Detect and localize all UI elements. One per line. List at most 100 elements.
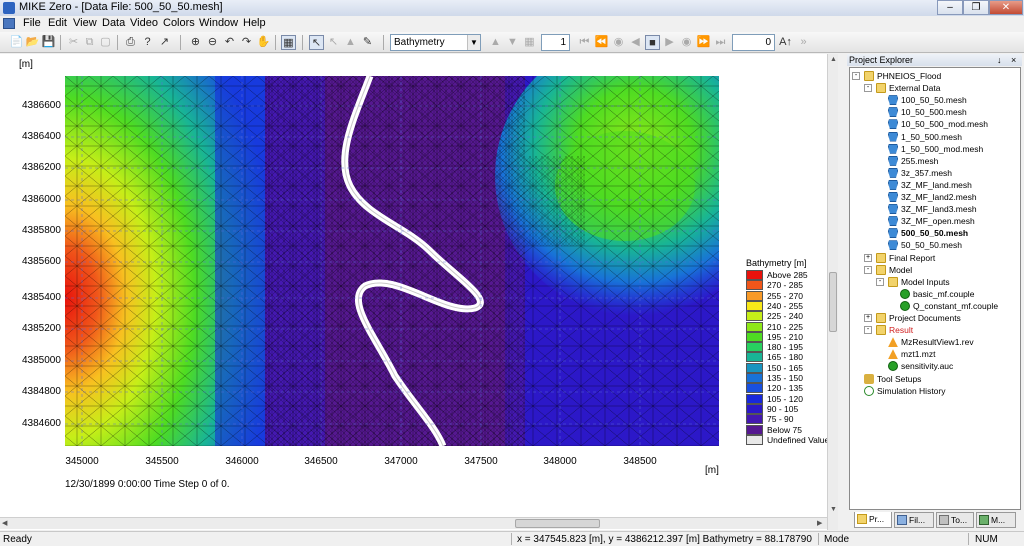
tree-node-label: 255.mesh [901, 155, 939, 166]
tab-more[interactable]: M... [976, 512, 1016, 528]
tree-expander[interactable]: + [864, 314, 872, 322]
layer-down-icon[interactable]: ▼ [505, 35, 520, 50]
help-icon[interactable]: ? [140, 35, 155, 50]
pointer-tool-icon[interactable]: ↖ [326, 35, 341, 50]
y-tick-label: 4386400 [22, 131, 61, 142]
layer-up-icon[interactable]: ▲ [488, 35, 503, 50]
zoom-out-icon[interactable]: ⊖ [205, 35, 220, 50]
close-icon[interactable]: × [1011, 54, 1016, 66]
legend-row: 225 - 240 [746, 311, 836, 322]
record-icon[interactable]: ◉ [611, 35, 626, 50]
prev-frame-icon[interactable]: ⏪ [594, 35, 609, 50]
polygon-tool-icon[interactable]: ▲ [343, 35, 358, 50]
tree-node-label: sensitivity.auc [901, 361, 954, 372]
legend-label: 105 - 120 [767, 393, 803, 404]
menu-file[interactable]: File [22, 17, 42, 29]
new-icon[interactable]: 📄 [9, 35, 24, 50]
scroll-up-icon[interactable]: ▲ [830, 56, 837, 63]
close-button[interactable]: ✕ [989, 0, 1023, 15]
y-tick-label: 4385400 [22, 292, 61, 303]
tree-expander[interactable]: - [864, 326, 872, 335]
tree-node-label: Final Report [889, 252, 936, 263]
next-frame-icon[interactable]: ⏩ [696, 35, 711, 50]
zoom-in-icon[interactable]: ⊕ [188, 35, 203, 50]
stop-icon[interactable]: ■ [645, 35, 660, 50]
menu-view[interactable]: View [72, 17, 98, 29]
scroll-left-icon[interactable]: ◀ [2, 519, 7, 527]
menu-help[interactable]: Help [242, 17, 267, 29]
chevron-down-icon[interactable]: ▼ [467, 35, 480, 50]
legend-swatch [746, 383, 763, 394]
tree-node-label: 3z_357.mesh [901, 167, 953, 178]
minimize-button[interactable]: – [937, 0, 963, 15]
y-axis-unit: [m] [19, 59, 33, 70]
open-icon[interactable]: 📂 [25, 35, 40, 50]
menu-window[interactable]: Window [198, 17, 239, 29]
x-tick-label: 345000 [65, 456, 99, 467]
restore-button[interactable]: ❐ [963, 0, 989, 15]
font-size-icon[interactable]: A↑ [778, 35, 793, 50]
paste-icon[interactable]: ▢ [98, 35, 113, 50]
layer-props-icon[interactable]: ▦ [522, 35, 537, 50]
legend-row: 195 - 210 [746, 331, 836, 342]
vertical-scrollbar[interactable]: ▲ ▼ [827, 54, 838, 530]
tree-expander[interactable]: - [876, 277, 884, 286]
play-back-icon[interactable]: ◀ [628, 35, 643, 50]
time-step-label: 12/30/1899 0:00:00 Time Step 0 of 0. [65, 479, 230, 490]
tab-files[interactable]: Fil... [894, 512, 934, 528]
legend-swatch [746, 403, 763, 414]
pin-icon[interactable]: ↓ [997, 54, 1002, 66]
tree-node-label: Model Inputs [901, 276, 950, 287]
scroll-right-icon[interactable]: ▶ [817, 519, 822, 527]
legend-row: Undefined Value [746, 434, 836, 445]
tree-node-label: 1_50_500_mod.mesh [901, 143, 984, 154]
x-tick-label: 347000 [384, 456, 418, 467]
tab-project[interactable]: Pr... [854, 512, 892, 528]
play-icon[interactable]: ▶ [662, 35, 677, 50]
scroll-thumb[interactable] [829, 272, 837, 332]
horizontal-scrollbar[interactable]: ◀ ▶ [0, 517, 827, 529]
tree-node-label: 500_50_50.mesh [901, 228, 969, 239]
toolbar: 📄 📂 💾 ✂ ⧉ ▢ ⎙ ? ↗ ⊕ ⊖ ↶ ↷ ✋ ▦ ↖ ↖ ▲ ✎ Ba… [0, 32, 1024, 53]
tree-expander[interactable]: - [864, 265, 872, 274]
record-forward-icon[interactable]: ◉ [679, 35, 694, 50]
menu-edit[interactable]: Edit [47, 17, 68, 29]
explorer-header: Project Explorer ↓ × [847, 54, 1022, 66]
mesh-plot[interactable] [65, 76, 719, 446]
print-icon[interactable]: ⎙ [123, 35, 138, 50]
frame-field[interactable]: 0 [732, 34, 775, 51]
menu-data[interactable]: Data [101, 17, 126, 29]
tree-expander[interactable]: + [864, 253, 872, 262]
zoom-previous-icon[interactable]: ↶ [222, 35, 237, 50]
grid-icon[interactable]: ▦ [281, 35, 296, 50]
overflow-icon[interactable]: » [796, 35, 811, 50]
menu-video[interactable]: Video [129, 17, 159, 29]
scroll-down-icon[interactable]: ▼ [830, 506, 837, 513]
pan-icon[interactable]: ✋ [256, 35, 271, 50]
mesh-icon [888, 143, 898, 154]
cut-icon[interactable]: ✂ [66, 35, 81, 50]
context-help-icon[interactable]: ↗ [157, 35, 172, 50]
legend-swatch [746, 300, 763, 311]
legend-row: Above 285 [746, 270, 836, 280]
legend-label: Above 285 [767, 270, 808, 280]
time-step-field[interactable]: 1 [541, 34, 570, 51]
select-arrow-icon[interactable]: ↖ [309, 35, 324, 50]
tree-expander[interactable]: - [852, 72, 860, 80]
copy-icon[interactable]: ⧉ [82, 35, 97, 50]
save-icon[interactable]: 💾 [41, 35, 56, 50]
first-frame-icon[interactable]: ⏮ [577, 35, 592, 50]
menu-colors[interactable]: Colors [162, 17, 196, 29]
tab-tools[interactable]: To... [936, 512, 974, 528]
tree-expander[interactable]: - [864, 84, 872, 93]
mzt-icon [888, 349, 898, 360]
tree-node-label: 3Z_MF_open.mesh [901, 216, 975, 227]
scroll-thumb[interactable] [515, 519, 600, 528]
project-tab-icon [857, 514, 867, 524]
tree-node-label: 3Z_MF_land3.mesh [901, 204, 977, 215]
document-icon[interactable] [3, 18, 15, 29]
zoom-extent-icon[interactable]: ↷ [239, 35, 254, 50]
item-select[interactable]: Bathymetry ▼ [390, 34, 481, 51]
last-frame-icon[interactable]: ⏭ [713, 35, 728, 50]
annotation-icon[interactable]: ✎ [360, 35, 375, 50]
